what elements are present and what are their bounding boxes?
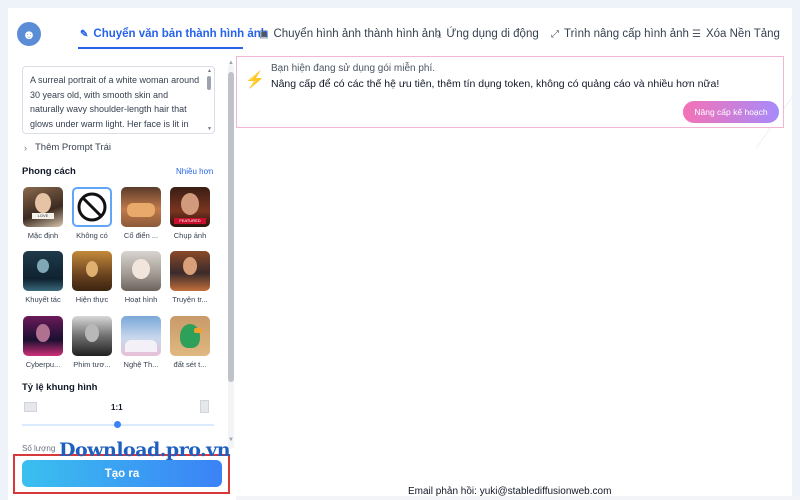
prompt-scroll-up-icon[interactable]: ▲ [207,68,212,74]
tab-label: Chuyển văn bản thành hình ảnh [93,28,268,40]
scrollbar-thumb[interactable] [228,72,234,382]
upgrade-plan-button[interactable]: Nâng cấp kế hoạch [683,101,779,123]
scroll-up-icon[interactable]: ▲ [228,60,234,66]
style-option-cyberpunk[interactable]: Cyberpu... [19,316,67,369]
style-option-realistic[interactable]: Hiện thực [68,251,116,304]
bottom-divider [236,496,800,500]
tab-label: Ứng dụng di động [446,28,539,40]
style-caption: Cổ điển ... [123,231,159,240]
style-caption: Mặc định [27,231,59,240]
style-thumbnail: LOVE [23,187,63,227]
tab-text-to-image[interactable]: ✎ Chuyển văn bản thành hình ảnh [80,19,268,49]
tab-label: Trình nâng cấp hình ảnh [564,28,689,40]
prompt-scroll-thumb[interactable] [207,76,211,90]
prompt-text: A surreal portrait of a white woman arou… [30,75,200,129]
style-thumbnail [121,316,161,356]
add-prompt-label: Thêm Prompt Trái [35,142,112,153]
image-icon: ▣ [259,28,269,40]
style-caption: Không có [76,231,108,240]
download-icon: ⤓ [437,28,442,40]
lightning-icon: ⚡ [245,72,265,89]
chevron-right-icon: › [24,142,27,153]
style-option-clay[interactable]: đất sét t... [166,316,214,369]
watermark: Download.pro.vn [59,439,231,461]
style-caption: Chụp ảnh [173,231,207,240]
notice-title: Bạn hiện đang sử dụng gói miễn phí. [271,63,436,74]
style-caption: đất sét t... [173,360,207,369]
tab-label: Chuyển hình ảnh thành hình ảnh [273,28,441,40]
panel-scrollbar[interactable] [228,64,234,449]
style-thumbnail [121,251,161,291]
style-section-title: Phong cách [22,166,76,177]
style-thumbnail [72,316,112,356]
tab-mobile-app[interactable]: ⤓ Ứng dụng di động [437,19,539,49]
prompt-scroll-down-icon[interactable]: ▼ [207,126,212,132]
style-caption: Hiện thực [75,295,109,304]
style-caption: Nghệ Th... [123,360,159,369]
tab-image-to-image[interactable]: ▣ Chuyển hình ảnh thành hình ảnh [259,19,441,49]
style-option-none[interactable]: Không có [68,187,116,240]
style-thumbnail [23,316,63,356]
tab-remove-background[interactable]: ☰ Xóa Nền Tảng [692,19,780,49]
style-caption: Khuyết tác [25,295,61,304]
more-styles-link[interactable]: Nhiều hơn [176,167,213,176]
tab-image-upscaler[interactable]: ⤢ Trình nâng cấp hình ảnh [551,19,689,49]
style-option-photography[interactable]: FEATURED Chụp ảnh [166,187,214,240]
portrait-ratio-icon [200,400,209,413]
style-option-comic[interactable]: Truyện tr... [166,251,214,304]
notice-message: Nâng cấp để có các thế hệ ưu tiên, thêm … [271,78,720,90]
database-icon: ☰ [692,28,701,40]
style-caption: Cyberpu... [25,360,61,369]
style-thumbnail [170,251,210,291]
style-option-classic[interactable]: Cổ điển ... [117,187,165,240]
expand-icon: ⤢ [551,28,559,40]
magic-wand-icon: ✎ [80,28,89,40]
style-caption: Truyện tr... [172,295,208,304]
style-thumbnail [121,187,161,227]
style-thumbnail [72,251,112,291]
style-option-default[interactable]: LOVE Mặc định [19,187,67,240]
style-caption: Phim tươ... [73,360,111,369]
style-option-film[interactable]: Phim tươ... [68,316,116,369]
style-thumbnail [72,187,112,227]
generate-button[interactable]: Tạo ra [22,460,222,487]
aspect-ratio-value: 1:1 [111,403,123,412]
style-option-anime[interactable]: Hoạt hình [117,251,165,304]
aspect-ratio-slider-handle[interactable] [114,421,121,428]
add-negative-prompt-toggle[interactable]: › Thêm Prompt Trái [24,142,111,153]
style-thumbnail [170,316,210,356]
app-logo-icon[interactable]: ☻ [17,22,41,46]
style-thumbnail: FEATURED [170,187,210,227]
image-count-title: Số lượng [22,444,56,453]
landscape-ratio-icon [24,402,37,412]
aspect-ratio-title: Tỷ lệ khung hình [22,382,98,393]
style-option-art[interactable]: Nghệ Th... [117,316,165,369]
active-tab-indicator [78,47,243,49]
style-thumbnail [23,251,63,291]
tab-label: Xóa Nền Tảng [705,28,780,40]
prompt-textarea[interactable]: A surreal portrait of a white woman arou… [22,66,215,134]
no-style-icon [77,192,107,222]
style-option-sketch[interactable]: Khuyết tác [19,251,67,304]
style-caption: Hoạt hình [124,295,158,304]
